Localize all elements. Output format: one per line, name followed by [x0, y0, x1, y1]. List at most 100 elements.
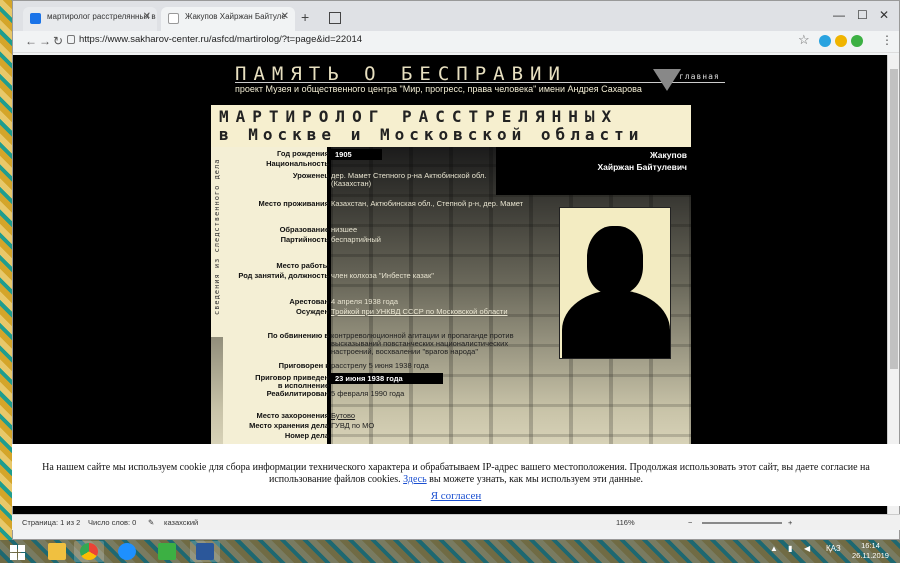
tab-label: Жакупов Хайржан Байтуле: [185, 12, 286, 21]
cookie-text-part: вы можете узнать, как мы используем эти …: [429, 474, 644, 485]
person-name-box: Жакупов Хайржан Байтулевич: [496, 147, 691, 195]
field-label: Партийность: [280, 235, 329, 244]
maximize-button[interactable]: ☐: [857, 8, 868, 22]
back-button[interactable]: ←: [25, 34, 37, 48]
tab-strip: мартиролог расстрелянных в ✕ Жакупов Хай…: [13, 1, 899, 31]
sentenced-by-link[interactable]: Тройкой при УНКВД СССР по Московской обл…: [331, 307, 508, 316]
word-taskbar-icon[interactable]: [190, 541, 220, 562]
chrome-taskbar-icon[interactable]: [74, 541, 104, 562]
tab-label: мартиролог расстрелянных в: [47, 12, 156, 21]
home-link[interactable]: главная: [653, 69, 723, 91]
person-given-name: Хайржан Байтулевич: [597, 162, 687, 172]
zoom-in-icon[interactable]: +: [788, 518, 792, 527]
app-taskbar-icon[interactable]: [152, 541, 182, 562]
field-value: 1905: [331, 149, 382, 160]
bookmark-star-icon[interactable]: ☆: [798, 32, 810, 48]
close-tab-icon[interactable]: ✕: [281, 11, 289, 22]
start-button[interactable]: [0, 540, 34, 563]
clock-time: 16:14: [861, 541, 880, 550]
person-surname: Жакупов: [649, 150, 687, 160]
page-count[interactable]: Страница: 1 из 2: [22, 518, 80, 527]
tray-arrow-icon[interactable]: ▲: [770, 544, 778, 553]
triangle-icon: [653, 69, 681, 91]
home-link-label: главная: [679, 72, 720, 81]
field-value: Казахстан, Актюбинская обл., Степной р-н…: [331, 199, 524, 208]
field-value: настроений, восхвалении "врагов народа": [331, 347, 478, 356]
martirolog-banner: МАРТИРОЛОГ РАССТРЕЛЯННЫХ в Москве и Моск…: [211, 105, 691, 147]
field-label: Приговорен к: [278, 361, 329, 370]
cookie-agree-button[interactable]: Я согласен: [12, 490, 900, 502]
new-tab-button[interactable]: +: [301, 9, 309, 25]
field-label: Место работы: [276, 261, 329, 270]
lock-icon[interactable]: [67, 35, 75, 44]
field-value: 5 февраля 1990 года: [331, 389, 405, 398]
explorer-taskbar-icon[interactable]: [42, 541, 72, 562]
silhouette-body: [562, 290, 670, 358]
field-label: По обвинению в: [267, 331, 329, 340]
windows-logo-icon: [10, 553, 17, 560]
word-status-bar: Страница: 1 из 2 Число слов: 0 ✎ казахск…: [12, 514, 900, 530]
cookie-details-link[interactable]: Здесь: [403, 474, 427, 485]
tab-search-icon[interactable]: [329, 12, 341, 24]
cookie-text: На нашем сайте мы используем cookie для …: [42, 462, 870, 473]
sidebar-label-text: сведения из следственного дела: [213, 158, 221, 315]
word-count[interactable]: Число слов: 0: [88, 518, 136, 527]
silhouette-head: [587, 226, 643, 294]
browser-menu-icon[interactable]: ⋮: [881, 33, 893, 47]
language-indicator[interactable]: казахский: [164, 518, 198, 527]
field-value: ГУВД по МО: [331, 421, 375, 430]
ie-taskbar-icon[interactable]: [112, 541, 142, 562]
burial-place-link[interactable]: Бутово: [331, 411, 355, 420]
zoom-level[interactable]: 116%: [616, 518, 635, 527]
field-label: Место хранения дела: [249, 421, 329, 430]
forward-button[interactable]: →: [39, 34, 51, 48]
field-value: 4 апреля 1938 года: [331, 297, 398, 306]
person-photo-placeholder: [559, 207, 671, 359]
network-icon[interactable]: ▮: [788, 544, 792, 553]
field-value: (Казахстан): [331, 179, 372, 188]
extension-icon[interactable]: [835, 35, 847, 47]
banner-title: МАРТИРОЛОГ РАССТРЕЛЯННЫХ: [219, 107, 619, 126]
windows-logo-icon: [10, 545, 17, 552]
field-label: Осужден: [295, 307, 329, 316]
field-label: Реабилитирован: [266, 389, 329, 398]
minimize-button[interactable]: —: [833, 8, 845, 22]
sidebar-label: сведения из следственного дела: [211, 147, 223, 337]
chrome-icon: [80, 543, 98, 560]
address-toolbar: ← → ↻ https://www.sakharov-center.ru/asf…: [13, 31, 899, 53]
tab-martirolog[interactable]: мартиролог расстрелянных в ✕: [23, 7, 157, 31]
system-clock[interactable]: 16:14 26.11.2019: [852, 541, 889, 561]
header-divider: [235, 82, 725, 83]
extension-icon[interactable]: [819, 35, 831, 47]
close-tab-icon[interactable]: ✕: [143, 11, 151, 22]
close-window-button[interactable]: ✕: [879, 8, 889, 22]
green-app-icon: [158, 543, 176, 560]
zoom-out-icon[interactable]: −: [688, 518, 692, 527]
ie-icon: [118, 543, 136, 560]
field-value: расстрелу 5 июня 1938 года: [331, 361, 429, 370]
extension-icon[interactable]: [851, 35, 863, 47]
field-label: Место захоронения: [256, 411, 329, 420]
proofing-icon[interactable]: ✎: [148, 518, 154, 527]
cookie-text-part: использование файлов cookies.: [268, 474, 401, 485]
site-favicon-icon: [30, 13, 41, 24]
site-subtitle: проект Музея и общественного центра "Мир…: [235, 84, 642, 94]
address-bar[interactable]: https://www.sakharov-center.ru/asfcd/mar…: [79, 34, 362, 45]
word-icon: [196, 543, 214, 560]
field-label: Уроженец: [292, 171, 329, 180]
reload-button[interactable]: ↻: [53, 34, 63, 48]
field-label: Год рождения: [276, 149, 329, 158]
field-value: низшее: [331, 225, 358, 234]
scrollbar-thumb[interactable]: [890, 69, 898, 369]
tab-person[interactable]: Жакупов Хайржан Байтуле ✕: [161, 7, 295, 31]
zoom-slider[interactable]: [702, 522, 782, 524]
windows-logo-icon: [18, 553, 25, 560]
volume-icon[interactable]: ◀: [804, 544, 810, 553]
field-value: член колхоза "Инбесте казак": [331, 271, 434, 280]
clock-date: 26.11.2019: [852, 551, 889, 560]
cookie-text-line2: использование файлов cookies. Здесь вы м…: [12, 474, 900, 486]
banner-subtitle: в Москве и Московской области: [219, 125, 644, 144]
page-favicon-icon: [168, 13, 179, 24]
input-language[interactable]: ҚАЗ: [826, 544, 841, 553]
field-label: Род занятий, должность: [238, 271, 329, 280]
